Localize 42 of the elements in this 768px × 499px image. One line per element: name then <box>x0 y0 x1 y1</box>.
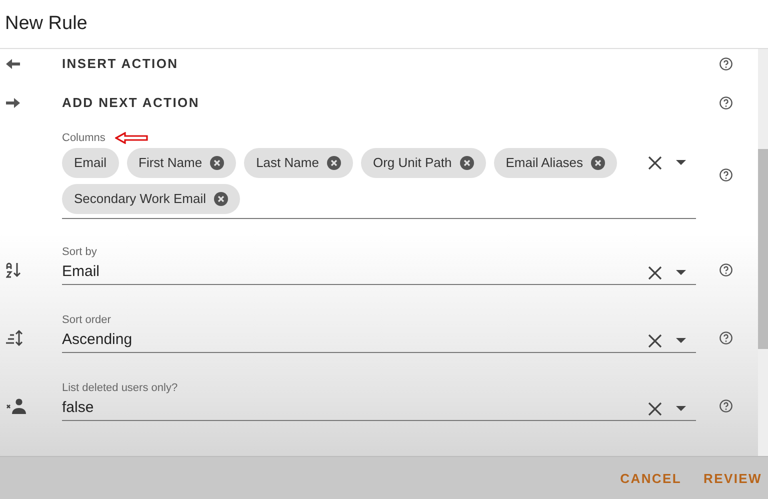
field-label: Columns <box>62 132 106 144</box>
column-chip[interactable]: Email <box>62 148 119 178</box>
column-chip[interactable]: Org Unit Path <box>360 148 486 178</box>
help-icon[interactable] <box>719 331 733 345</box>
remove-icon[interactable] <box>210 156 224 170</box>
select-field[interactable]: Email <box>62 262 696 284</box>
remove-icon[interactable] <box>326 156 341 170</box>
sort-alpha-icon <box>6 262 22 278</box>
help-icon[interactable] <box>719 168 733 182</box>
arrow-right-icon <box>6 98 20 108</box>
column-chip[interactable]: Secondary Work Email <box>62 184 240 214</box>
field-label: List deleted users only? <box>62 382 178 394</box>
dialog-title: New Rule <box>5 13 88 35</box>
clear-icon[interactable] <box>648 266 662 280</box>
clear-icon[interactable] <box>648 402 662 416</box>
caret-icon[interactable] <box>676 338 686 343</box>
remove-icon[interactable] <box>591 156 606 170</box>
scrollbar[interactable] <box>758 49 768 456</box>
help-icon[interactable] <box>719 96 733 110</box>
column-chip[interactable]: Email Aliases <box>494 148 618 178</box>
sort-order-icon <box>6 330 24 346</box>
caret-icon[interactable] <box>676 270 686 275</box>
action-link[interactable]: INSERT ACTION <box>62 56 178 71</box>
field-label: Sort by <box>62 246 97 258</box>
column-chip[interactable]: First Name <box>126 148 236 178</box>
help-icon[interactable] <box>719 263 733 277</box>
help-icon[interactable] <box>719 399 733 413</box>
caret-icon[interactable] <box>676 406 686 411</box>
select-field[interactable]: false <box>62 398 696 420</box>
select-field[interactable]: Ascending <box>62 330 696 352</box>
remove-user-icon <box>6 398 26 414</box>
remove-icon[interactable] <box>214 192 228 206</box>
column-chip[interactable]: Last Name <box>244 148 353 178</box>
clear-icon[interactable] <box>648 334 662 348</box>
action-link[interactable]: ADD NEXT ACTION <box>62 95 200 110</box>
clear-icon[interactable] <box>648 156 662 170</box>
field-label: Sort order <box>62 314 111 326</box>
remove-icon[interactable] <box>460 156 474 170</box>
help-icon[interactable] <box>719 57 733 71</box>
caret-icon[interactable] <box>676 160 686 165</box>
columns-field[interactable]: Email First Name Last Name Org Unit Path Email Aliases Secondary Work Email <box>62 144 696 218</box>
arrow-left-icon <box>6 59 20 69</box>
